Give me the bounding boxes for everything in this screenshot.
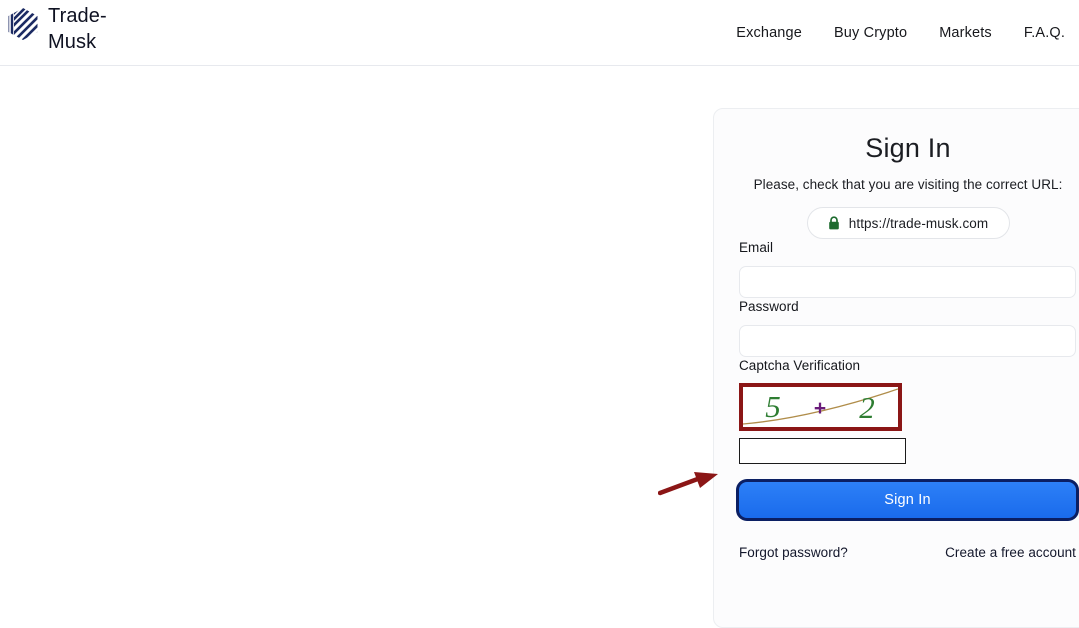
captcha-operand-right: 2 [859, 390, 875, 425]
captcha-label: Captcha Verification [739, 358, 861, 373]
padlock-icon [828, 216, 839, 230]
password-field[interactable] [739, 325, 1076, 357]
card-footer-links: Forgot password? Create a free account [739, 545, 1076, 560]
captcha-operand-left: 5 [765, 389, 781, 424]
password-label: Password [739, 299, 799, 314]
page-title: Sign In [865, 133, 951, 163]
site-header: Trade-Musk Exchange Buy Crypto Markets F… [0, 0, 1079, 66]
nav-link-buy-crypto[interactable]: Buy Crypto [834, 25, 907, 41]
nav-link-exchange[interactable]: Exchange [736, 25, 802, 41]
signin-card: Sign In Please, check that you are visit… [713, 108, 1079, 628]
email-field[interactable] [739, 266, 1076, 298]
email-label: Email [739, 240, 774, 255]
captcha-answer-field[interactable] [739, 438, 906, 464]
forgot-password-link[interactable]: Forgot password? [739, 545, 848, 560]
url-check-note: Please, check that you are visiting the … [753, 177, 1063, 192]
signin-button[interactable]: Sign In [739, 482, 1076, 518]
brand-name: Trade-Musk [48, 5, 107, 53]
captcha-operator: + [814, 397, 826, 420]
url-pill: https://trade-musk.com [806, 207, 1010, 239]
brand[interactable]: Trade-Musk [6, 0, 110, 66]
captcha-box: 5 + 2 [739, 383, 902, 431]
main-nav: Exchange Buy Crypto Markets F.A.Q. [736, 0, 1065, 66]
hexagon-stripes-logo-icon [8, 8, 38, 40]
captcha-challenge-image: 5 + 2 [743, 387, 898, 427]
nav-link-faq[interactable]: F.A.Q. [1024, 25, 1065, 41]
url-text: https://trade-musk.com [848, 215, 989, 231]
create-account-link[interactable]: Create a free account [945, 545, 1076, 560]
nav-link-markets[interactable]: Markets [939, 25, 992, 41]
